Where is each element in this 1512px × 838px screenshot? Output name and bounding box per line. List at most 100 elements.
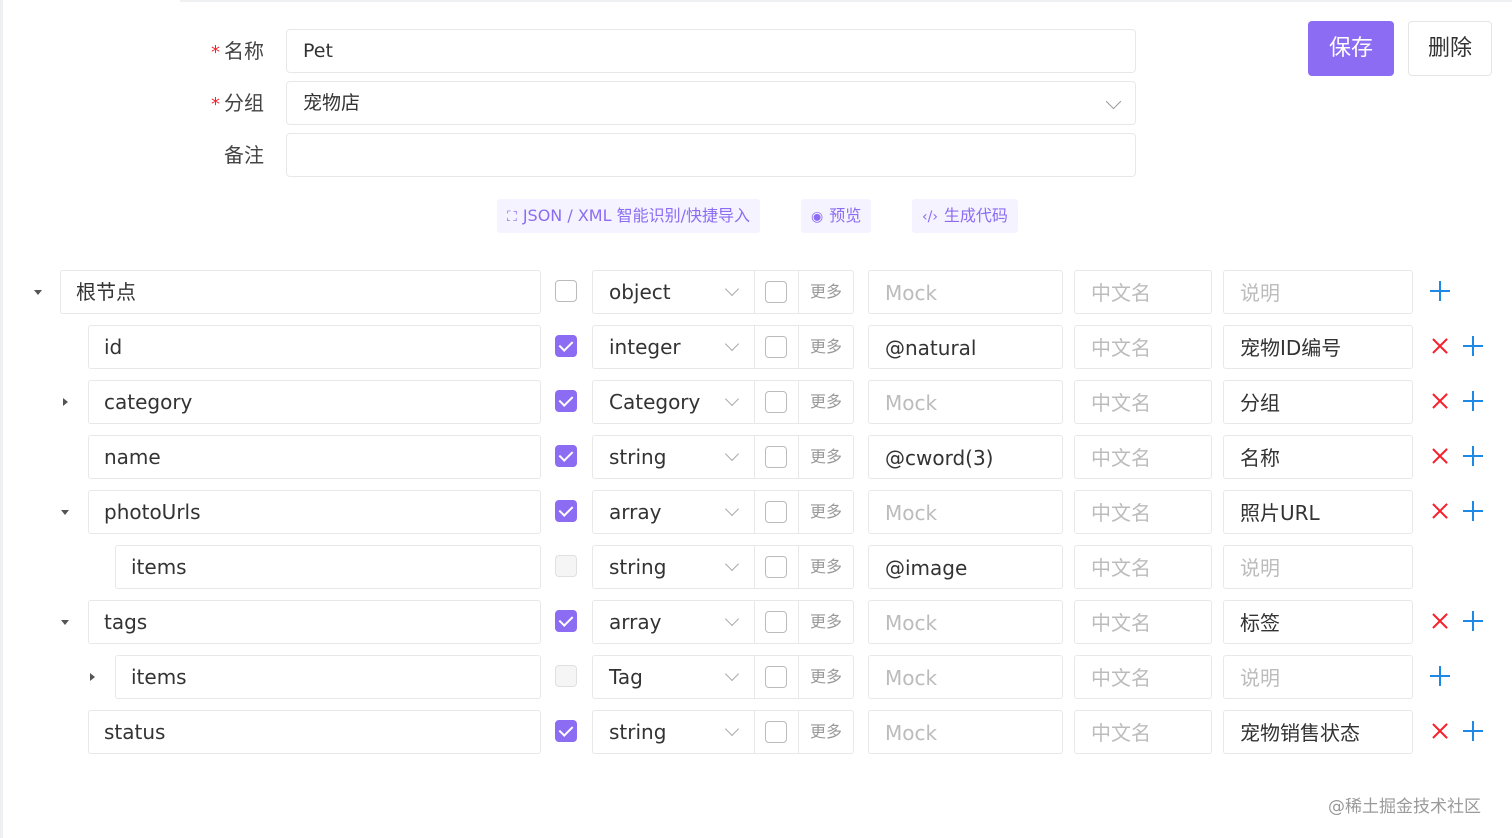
name-input[interactable]: Pet	[286, 29, 1136, 73]
field-name-input[interactable]: tags	[88, 600, 541, 644]
group-select[interactable]: 宠物店	[286, 81, 1136, 125]
note-input[interactable]	[286, 133, 1136, 177]
chinese-name-input[interactable]: 中文名	[1074, 710, 1212, 754]
field-name-input[interactable]: items	[115, 655, 541, 699]
nullable-checkbox-box[interactable]	[755, 270, 799, 314]
mock-input[interactable]: Mock	[868, 490, 1063, 534]
more-button[interactable]: 更多	[799, 545, 854, 589]
description-input[interactable]: 说明	[1223, 655, 1413, 699]
chinese-name-input[interactable]: 中文名	[1074, 270, 1212, 314]
mock-input[interactable]: Mock	[868, 380, 1063, 424]
nullable-checkbox[interactable]	[765, 336, 787, 358]
required-checkbox[interactable]	[555, 610, 577, 632]
mock-input[interactable]: Mock	[868, 270, 1063, 314]
description-input[interactable]: 说明	[1223, 270, 1413, 314]
add-field-icon[interactable]	[1463, 501, 1483, 521]
nullable-checkbox-box[interactable]	[755, 600, 799, 644]
nullable-checkbox-box[interactable]	[755, 490, 799, 534]
field-name-input[interactable]: status	[88, 710, 541, 754]
nullable-checkbox-box[interactable]	[755, 655, 799, 699]
field-name-input[interactable]: category	[88, 380, 541, 424]
smart-import-button[interactable]: ⛶ JSON / XML 智能识别/快捷导入	[497, 199, 760, 233]
description-input[interactable]: 宠物销售状态	[1223, 710, 1413, 754]
add-field-icon[interactable]	[1430, 281, 1450, 301]
more-button[interactable]: 更多	[799, 380, 854, 424]
required-checkbox[interactable]	[555, 500, 577, 522]
nullable-checkbox[interactable]	[765, 611, 787, 633]
delete-field-icon[interactable]	[1430, 446, 1450, 466]
more-button[interactable]: 更多	[799, 325, 854, 369]
add-field-icon[interactable]	[1463, 446, 1483, 466]
add-field-icon[interactable]	[1430, 666, 1450, 686]
add-field-icon[interactable]	[1463, 336, 1483, 356]
mock-input[interactable]: @cword(3)	[868, 435, 1063, 479]
expand-caret-icon[interactable]	[90, 673, 95, 681]
chinese-name-input[interactable]: 中文名	[1074, 435, 1212, 479]
nullable-checkbox-box[interactable]	[755, 325, 799, 369]
type-select[interactable]: Category	[592, 380, 755, 424]
mock-input[interactable]: Mock	[868, 655, 1063, 699]
nullable-checkbox[interactable]	[765, 391, 787, 413]
description-input[interactable]: 照片URL	[1223, 490, 1413, 534]
mock-input[interactable]: Mock	[868, 710, 1063, 754]
type-select[interactable]: string	[592, 710, 755, 754]
more-button[interactable]: 更多	[799, 435, 854, 479]
nullable-checkbox[interactable]	[765, 281, 787, 303]
delete-button[interactable]: 删除	[1408, 21, 1492, 76]
field-name-input[interactable]: id	[88, 325, 541, 369]
type-select[interactable]: array	[592, 600, 755, 644]
add-field-icon[interactable]	[1463, 391, 1483, 411]
collapse-caret-icon[interactable]	[61, 620, 69, 625]
mock-input[interactable]: @image	[868, 545, 1063, 589]
mock-input[interactable]: @natural	[868, 325, 1063, 369]
field-name-input[interactable]: photoUrls	[88, 490, 541, 534]
preview-button[interactable]: ◉ 预览	[801, 199, 872, 233]
type-select[interactable]: integer	[592, 325, 755, 369]
nullable-checkbox-box[interactable]	[755, 435, 799, 479]
type-select[interactable]: array	[592, 490, 755, 534]
nullable-checkbox[interactable]	[765, 501, 787, 523]
more-button[interactable]: 更多	[799, 270, 854, 314]
type-select[interactable]: Tag	[592, 655, 755, 699]
chinese-name-input[interactable]: 中文名	[1074, 380, 1212, 424]
more-button[interactable]: 更多	[799, 490, 854, 534]
more-button[interactable]: 更多	[799, 710, 854, 754]
delete-field-icon[interactable]	[1430, 501, 1450, 521]
chinese-name-input[interactable]: 中文名	[1074, 655, 1212, 699]
nullable-checkbox[interactable]	[765, 556, 787, 578]
type-select[interactable]: string	[592, 435, 755, 479]
nullable-checkbox[interactable]	[765, 446, 787, 468]
required-checkbox[interactable]	[555, 445, 577, 467]
required-checkbox[interactable]	[555, 390, 577, 412]
generate-code-button[interactable]: ‹/› 生成代码	[912, 199, 1018, 233]
save-button[interactable]: 保存	[1308, 21, 1394, 76]
description-input[interactable]: 说明	[1223, 545, 1413, 589]
description-input[interactable]: 名称	[1223, 435, 1413, 479]
required-checkbox[interactable]	[555, 720, 577, 742]
delete-field-icon[interactable]	[1430, 391, 1450, 411]
delete-field-icon[interactable]	[1430, 611, 1450, 631]
chinese-name-input[interactable]: 中文名	[1074, 545, 1212, 589]
mock-input[interactable]: Mock	[868, 600, 1063, 644]
delete-field-icon[interactable]	[1430, 721, 1450, 741]
field-name-input[interactable]: items	[115, 545, 541, 589]
chinese-name-input[interactable]: 中文名	[1074, 490, 1212, 534]
chinese-name-input[interactable]: 中文名	[1074, 325, 1212, 369]
nullable-checkbox[interactable]	[765, 721, 787, 743]
required-checkbox[interactable]	[555, 335, 577, 357]
more-button[interactable]: 更多	[799, 655, 854, 699]
delete-field-icon[interactable]	[1430, 336, 1450, 356]
type-select[interactable]: object	[592, 270, 755, 314]
required-checkbox[interactable]	[555, 280, 577, 302]
nullable-checkbox-box[interactable]	[755, 710, 799, 754]
nullable-checkbox-box[interactable]	[755, 545, 799, 589]
field-name-input[interactable]: name	[88, 435, 541, 479]
field-name-input[interactable]: 根节点	[60, 270, 541, 314]
description-input[interactable]: 宠物ID编号	[1223, 325, 1413, 369]
description-input[interactable]: 标签	[1223, 600, 1413, 644]
chinese-name-input[interactable]: 中文名	[1074, 600, 1212, 644]
add-field-icon[interactable]	[1463, 721, 1483, 741]
expand-caret-icon[interactable]	[63, 398, 68, 406]
add-field-icon[interactable]	[1463, 611, 1483, 631]
nullable-checkbox-box[interactable]	[755, 380, 799, 424]
